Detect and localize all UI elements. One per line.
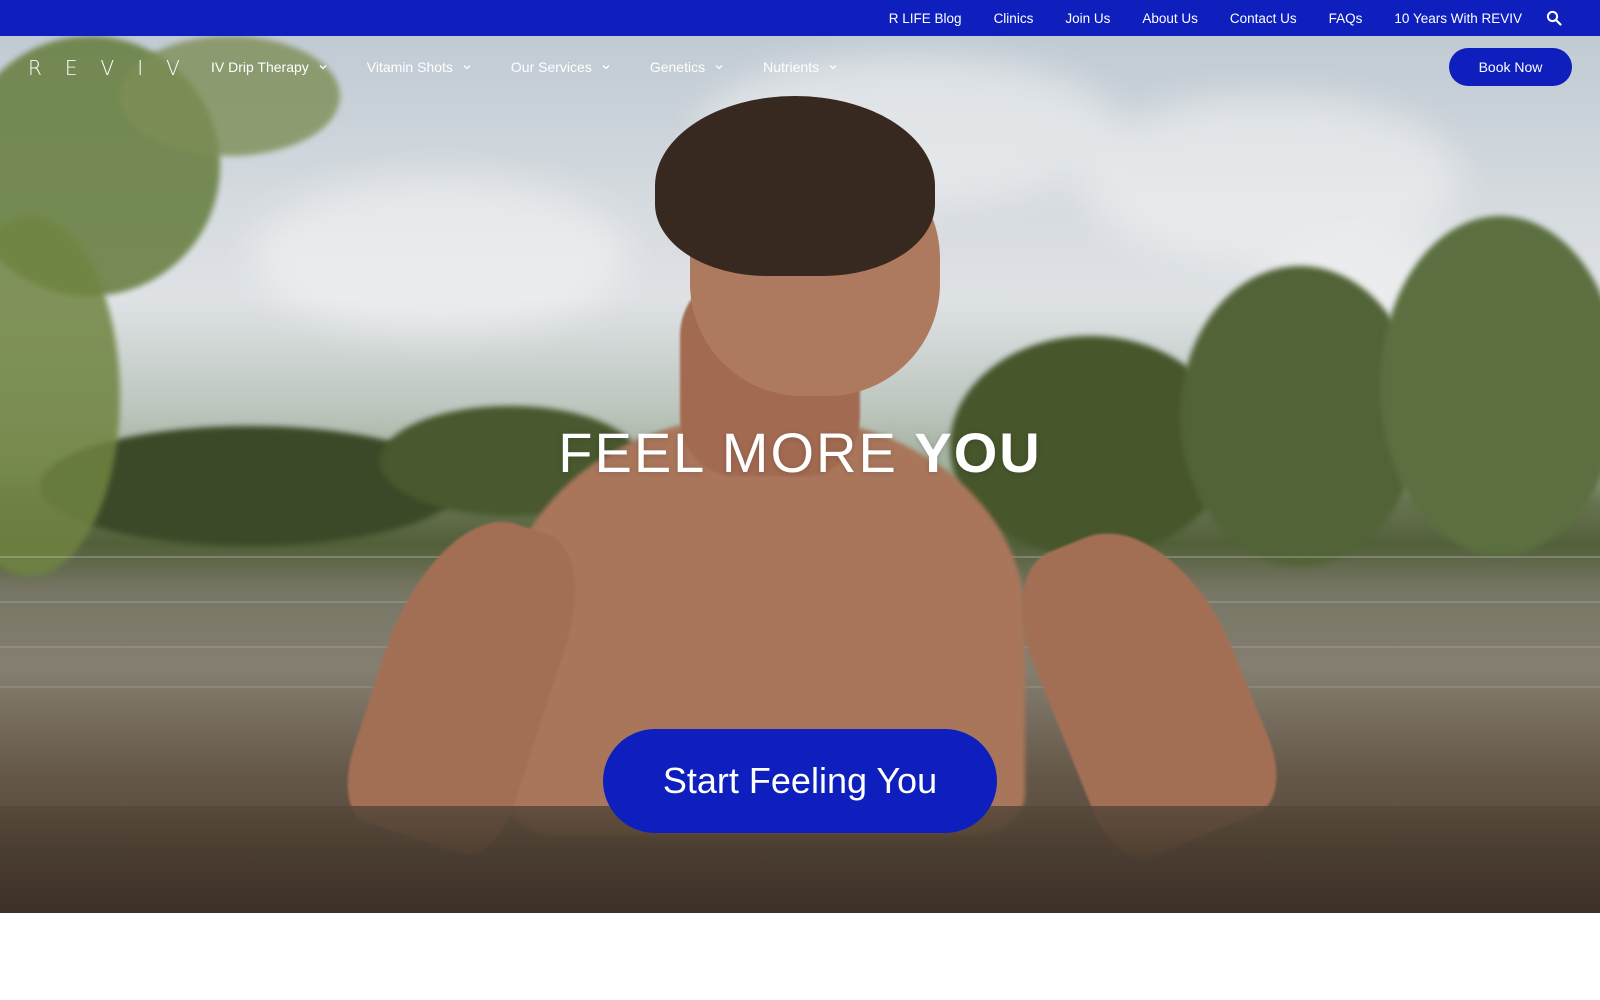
nav-item-our-services[interactable]: Our Services xyxy=(511,59,610,75)
chevron-down-icon xyxy=(319,65,327,70)
nav-item-label: Genetics xyxy=(649,59,706,75)
chevron-down-icon xyxy=(602,65,610,70)
hero-headline: FEEL MORE YOU xyxy=(0,420,1600,485)
headline-bold-text: YOU xyxy=(914,421,1042,484)
nav-item-nutrients[interactable]: Nutrients xyxy=(763,59,837,75)
chevron-down-icon xyxy=(829,65,837,70)
page-content-below-hero xyxy=(0,913,1600,1000)
nav-item-label: Vitamin Shots xyxy=(366,59,453,75)
nav-item-vitamin-shots[interactable]: Vitamin Shots xyxy=(367,59,471,75)
utility-links: R LIFE Blog Clinics Join Us About Us Con… xyxy=(857,0,1522,36)
nav-item-label: Our Services xyxy=(510,59,592,75)
utility-link-about-us[interactable]: About Us xyxy=(1142,11,1198,26)
headline-light-text: FEEL MORE xyxy=(558,421,898,484)
main-navigation: REVIV IV Drip Therapy Vitamin Shots Our … xyxy=(0,36,1600,98)
chevron-down-icon xyxy=(715,65,723,70)
nav-item-genetics[interactable]: Genetics xyxy=(650,59,723,75)
utility-link-clinics[interactable]: Clinics xyxy=(994,11,1034,26)
nav-item-iv-drip-therapy[interactable]: IV Drip Therapy xyxy=(211,59,327,75)
search-icon[interactable] xyxy=(1546,10,1562,26)
book-now-button[interactable]: Book Now xyxy=(1449,48,1572,86)
utility-link-join-us[interactable]: Join Us xyxy=(1065,11,1110,26)
nav-item-label: Nutrients xyxy=(763,59,820,75)
utility-link-contact-us[interactable]: Contact Us xyxy=(1230,11,1297,26)
reviv-logo[interactable]: REVIV xyxy=(28,56,203,80)
primary-menu: IV Drip Therapy Vitamin Shots Our Servic… xyxy=(211,36,877,98)
utility-link-faqs[interactable]: FAQs xyxy=(1329,11,1363,26)
top-utility-bar: R LIFE Blog Clinics Join Us About Us Con… xyxy=(0,0,1600,36)
start-feeling-you-button[interactable]: Start Feeling You xyxy=(603,729,997,833)
utility-link-blog[interactable]: R LIFE Blog xyxy=(889,11,962,26)
nav-item-label: IV Drip Therapy xyxy=(211,59,309,75)
chevron-down-icon xyxy=(463,65,471,70)
utility-link-10-years[interactable]: 10 Years With REVIV xyxy=(1394,11,1522,26)
